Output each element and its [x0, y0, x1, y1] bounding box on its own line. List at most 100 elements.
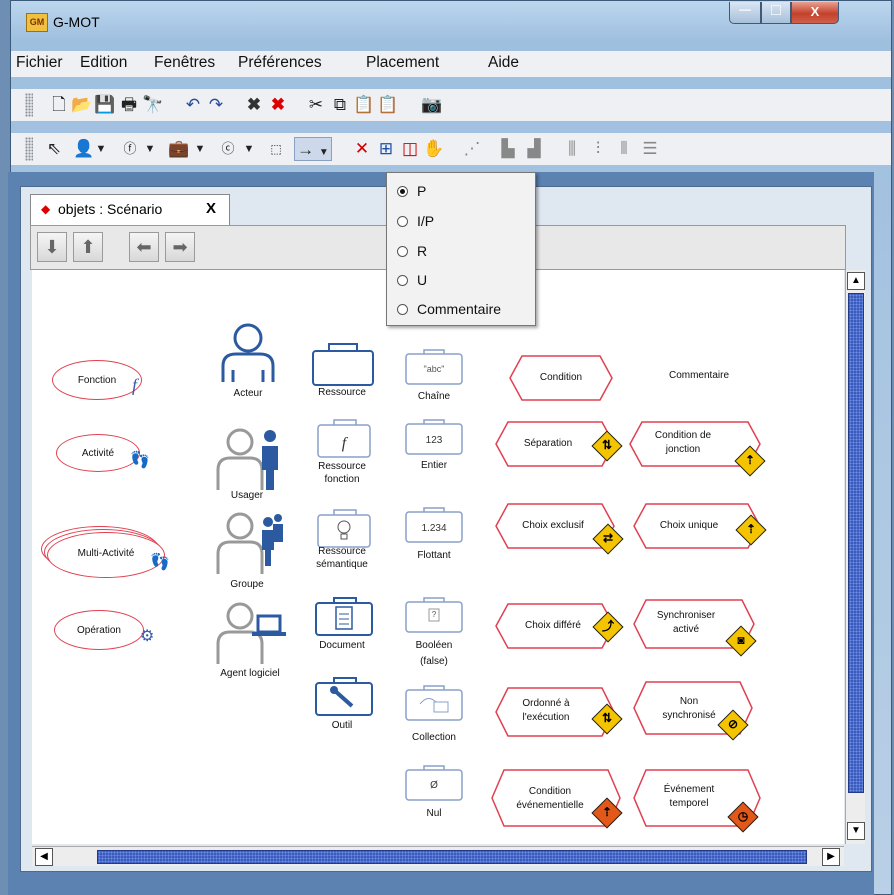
- pointer-icon[interactable]: ⇖: [44, 137, 64, 161]
- redo-icon[interactable]: ↷: [205, 93, 227, 117]
- activite-label: Activité: [81, 448, 115, 459]
- groupe-label: Groupe: [230, 579, 264, 590]
- undo-icon[interactable]: ↶: [182, 93, 204, 117]
- toolbar-grip-2[interactable]: [25, 137, 33, 161]
- minimize-button[interactable]: ─: [729, 2, 761, 24]
- link-icon[interactable]: → ▼: [294, 137, 332, 161]
- ressource-semantique-label-2: sémantique: [316, 559, 368, 570]
- concept-icon[interactable]: ⓒ: [216, 137, 240, 161]
- fonction-oval[interactable]: Fonction: [52, 360, 142, 400]
- chaine-label: Chaîne: [417, 391, 451, 402]
- operation-oval[interactable]: Opération: [54, 610, 144, 650]
- commentaire-label[interactable]: Commentaire: [644, 370, 754, 382]
- tab-label: objets : Scénario: [58, 201, 163, 217]
- save-icon[interactable]: 💾: [94, 93, 116, 117]
- scroll-down-arrow-icon[interactable]: ▼: [847, 822, 865, 840]
- delete-icon[interactable]: ✖: [243, 93, 265, 117]
- vertical-scrollbar[interactable]: ▲ ▼: [845, 270, 865, 844]
- zoom-icon[interactable]: ✕: [351, 137, 373, 161]
- scroll-right-arrow-icon[interactable]: ▶: [822, 848, 840, 866]
- function-icon[interactable]: ⓕ: [118, 137, 142, 161]
- multi-activite-oval[interactable]: Multi-Activité: [47, 532, 165, 578]
- condition-evenementielle-label-1: Condition: [528, 786, 572, 797]
- space-v-icon[interactable]: ☰: [639, 137, 661, 161]
- toolbar-grip[interactable]: [25, 93, 33, 117]
- resource-icon[interactable]: 💼: [167, 137, 191, 161]
- back-button[interactable]: ⬅: [129, 232, 159, 262]
- vertical-scroll-thumb[interactable]: [848, 293, 864, 793]
- align-right-icon[interactable]: ▟: [523, 137, 545, 161]
- radio-icon[interactable]: [397, 246, 408, 257]
- scroll-up-arrow-icon[interactable]: ▲: [847, 272, 865, 290]
- ressource-semantique-icon[interactable]: [316, 508, 372, 550]
- horizontal-scroll-thumb[interactable]: [97, 850, 807, 864]
- forward-button[interactable]: ➡: [165, 232, 195, 262]
- move-down-button[interactable]: ⬇: [37, 232, 67, 262]
- new-icon[interactable]: 🗋: [48, 93, 70, 117]
- hand-icon[interactable]: ✋: [423, 137, 445, 161]
- diagram-canvas[interactable]: Fonction f Activité 👣 Multi-Activité 👣 O…: [32, 270, 844, 844]
- synchroniser-label-1: Synchroniser: [656, 610, 716, 621]
- window-title: G-MOT: [53, 14, 100, 30]
- tab-objets-scenario[interactable]: ◆ objets : Scénario X: [30, 194, 230, 226]
- menu-placement[interactable]: Placement: [366, 54, 439, 72]
- cut-icon[interactable]: ✂: [305, 93, 327, 117]
- select-zone-icon[interactable]: ◫: [399, 137, 421, 161]
- radio-selected-icon[interactable]: [397, 186, 408, 197]
- print-icon[interactable]: 🖶: [118, 93, 140, 117]
- scroll-left-arrow-icon[interactable]: ◀: [35, 848, 53, 866]
- radio-icon[interactable]: [397, 216, 408, 227]
- menu-aide[interactable]: Aide: [488, 54, 519, 72]
- close-button[interactable]: X: [791, 2, 839, 24]
- delete-red-icon[interactable]: ✖: [267, 93, 289, 117]
- usager-icon[interactable]: [214, 424, 286, 494]
- document-label: Document: [319, 640, 365, 651]
- move-up-button[interactable]: ⬆: [73, 232, 103, 262]
- chevron-down-icon[interactable]: ▼: [243, 137, 255, 161]
- text-icon[interactable]: ⬚: [264, 137, 288, 161]
- distribute-v-icon[interactable]: ⫶: [587, 137, 609, 161]
- distribute-h-icon[interactable]: ⫼: [561, 137, 583, 161]
- chevron-down-icon[interactable]: ▼: [95, 137, 107, 161]
- document-icon[interactable]: [314, 596, 374, 638]
- horizontal-scrollbar[interactable]: ◀ ▶: [32, 846, 844, 866]
- evenement-temporel-label-1: Événement: [663, 784, 715, 795]
- menu-fichier[interactable]: Fichier: [16, 54, 63, 72]
- chevron-down-icon[interactable]: ▼: [144, 137, 156, 161]
- find-icon[interactable]: 🔭: [142, 93, 164, 117]
- actor-icon[interactable]: 👤: [73, 137, 94, 161]
- open-icon[interactable]: 📂: [71, 93, 93, 117]
- menu-edition[interactable]: Edition: [80, 54, 127, 72]
- activite-oval[interactable]: Activité: [56, 434, 140, 472]
- ressource-icon[interactable]: [311, 342, 375, 388]
- space-icon[interactable]: ⦀: [613, 137, 635, 161]
- menu-fenetres[interactable]: Fenêtres: [154, 54, 215, 72]
- agent-logiciel-label: Agent logiciel: [220, 668, 280, 679]
- paste-icon[interactable]: 📋: [353, 93, 375, 117]
- ressource-fonction-icon[interactable]: f: [316, 418, 372, 460]
- tab-close-button[interactable]: X: [206, 200, 216, 217]
- maximize-button[interactable]: □: [761, 2, 791, 24]
- paste-special-icon[interactable]: 📋: [377, 93, 399, 117]
- outil-icon[interactable]: [314, 676, 374, 718]
- align-icon[interactable]: ⋰: [461, 137, 483, 161]
- link-option-label: U: [417, 272, 428, 288]
- radio-icon[interactable]: [397, 304, 408, 315]
- app-logo-icon: GM: [26, 13, 48, 32]
- operation-label: Opération: [77, 625, 121, 636]
- agent-logiciel-icon[interactable]: [214, 600, 286, 666]
- align-left-icon[interactable]: ▙: [497, 137, 519, 161]
- radio-icon[interactable]: [397, 275, 408, 286]
- acteur-icon[interactable]: [218, 320, 278, 385]
- nul-label: Nul: [426, 808, 442, 819]
- condition-label: Condition: [539, 372, 583, 383]
- camera-icon[interactable]: 📷: [421, 93, 443, 117]
- evenement-temporel-label-2: temporel: [669, 798, 709, 809]
- fit-icon[interactable]: ⊞: [375, 137, 397, 161]
- copy-icon[interactable]: ⧉: [329, 93, 351, 117]
- menu-preferences[interactable]: Préférences: [238, 54, 322, 72]
- title-bar[interactable]: GM G-MOT ─ □ X: [11, 1, 891, 45]
- chevron-down-icon[interactable]: ▼: [194, 137, 206, 161]
- collection-icon[interactable]: [404, 684, 464, 722]
- groupe-icon[interactable]: [214, 510, 286, 576]
